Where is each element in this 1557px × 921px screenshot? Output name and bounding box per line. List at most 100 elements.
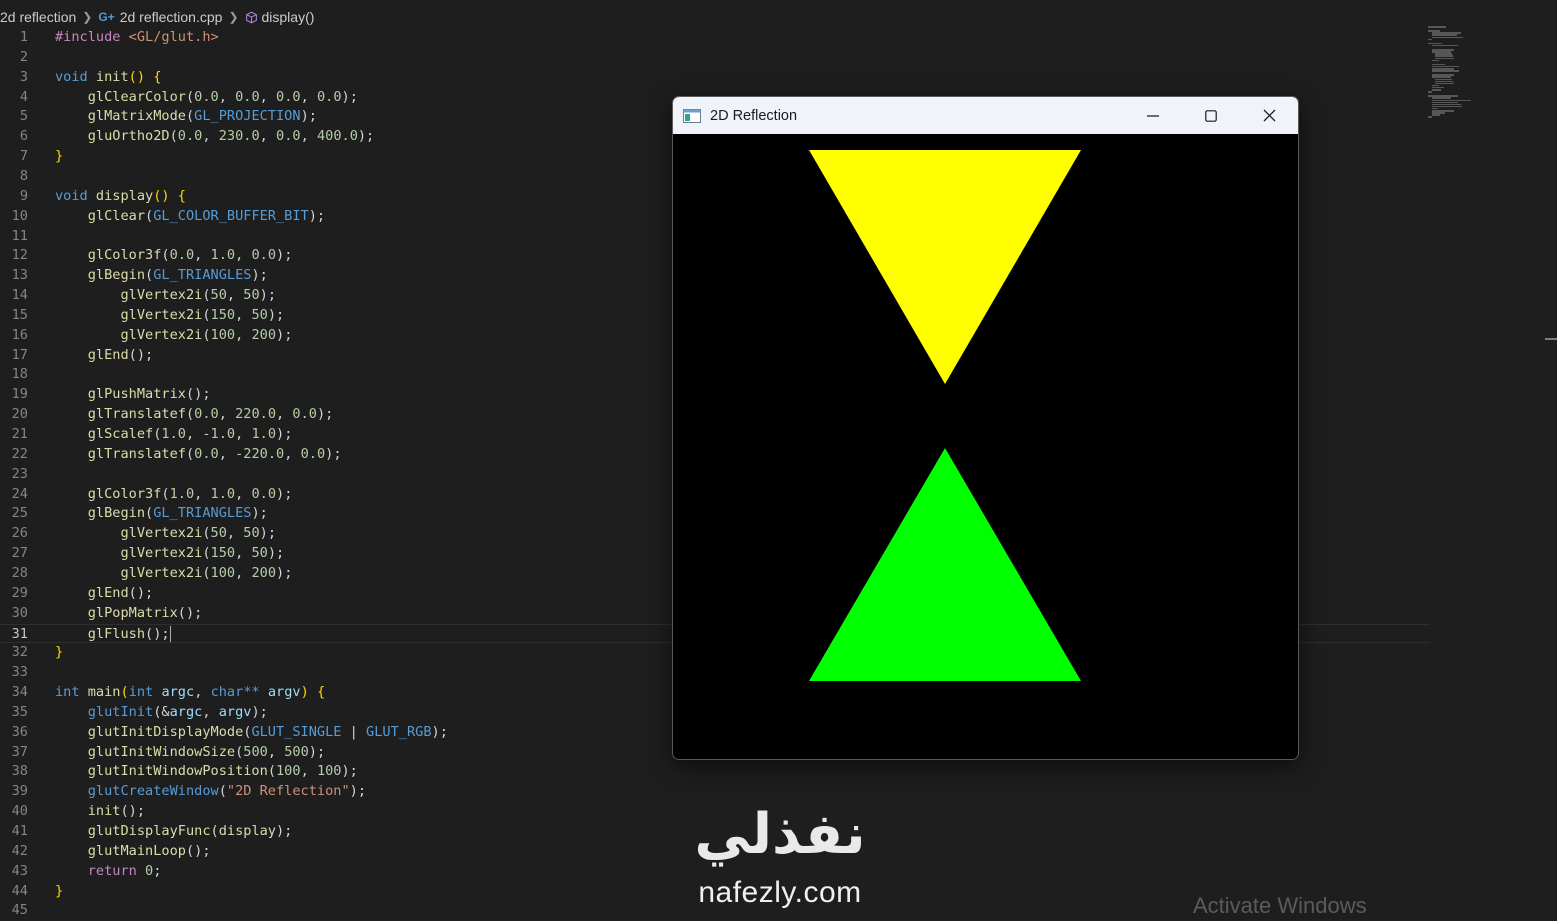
line-number: 19 [11,386,28,403]
code-text: glEnd(); [55,584,153,604]
code-text: gluOrtho2D(0.0, 230.0, 0.0, 400.0); [55,127,375,147]
code-text: glFlush(); [55,625,171,645]
breadcrumb-file-label: 2d reflection.cpp [119,9,223,25]
code-token: ); [341,88,358,105]
code-line[interactable]: 38 glutInitWindowPosition(100, 100); [0,762,1430,782]
minimap-line [1431,89,1441,91]
code-token: ( [161,485,170,502]
code-token: , [235,247,252,264]
line-number: 12 [11,247,28,264]
code-token: ( [210,823,219,839]
code-token: display [218,823,276,839]
code-token: 0.0 [194,88,219,105]
code-text: glutInitWindowSize(500, 500); [55,743,325,763]
line-number: 2 [19,48,28,65]
code-token: ); [251,505,268,522]
code-token: ( [202,564,211,581]
code-token: ( [185,88,195,105]
code-token: (); [128,346,154,363]
code-token: (& [153,703,170,720]
code-token: init [95,68,129,85]
code-token: 0.0 [251,485,277,502]
code-line[interactable]: 1 #include <GL/glut.h> [0,28,1430,48]
window-app-icon [683,108,701,123]
code-text: glClearColor(0.0, 0.0, 0.0, 0.0); [55,88,358,108]
breadcrumb-symbol[interactable]: display() [245,9,314,25]
line-number: 17 [11,346,28,363]
code-token: -1.0 [202,426,236,442]
scrollbar-position-marker[interactable] [1545,338,1557,340]
line-number: 44 [11,882,28,899]
code-token: 0.0 [235,88,260,105]
minimize-button[interactable] [1124,97,1182,134]
code-token: 50 [210,525,227,542]
code-token: (); [185,386,211,403]
code-token: int [55,684,88,701]
line-number: 16 [11,326,28,343]
code-token: 150 [210,545,236,562]
code-token: 50 [210,287,227,304]
minimap[interactable] [1428,26,1500,126]
code-token: glBegin [87,505,146,522]
code-token: ( [120,684,129,701]
code-token: , [276,406,293,423]
code-token: ); [276,564,293,581]
code-line[interactable]: 2 [0,48,1430,68]
line-number: 39 [11,783,28,800]
code-text: init(); [55,802,145,822]
code-token: , [235,545,252,562]
code-token: 100 [276,763,301,780]
code-token: , [235,564,252,581]
code-text: glPushMatrix(); [55,385,211,405]
code-token: ); [259,287,277,304]
code-token: , [259,88,277,105]
code-token: , [235,306,252,323]
code-token: <GL/glut.h> [128,29,219,45]
code-token: glColor3f [87,247,162,264]
maximize-button[interactable] [1182,97,1240,134]
code-token: , [194,684,211,701]
code-token: argv [218,703,252,720]
code-token: glutMainLoop [87,842,186,859]
code-token: ** [243,684,268,701]
breadcrumb-file[interactable]: G+ 2d reflection.cpp [98,9,222,25]
code-token: ); [316,406,334,423]
code-token: glVertex2i [120,545,203,562]
code-token: glClear [87,207,146,224]
code-token: 0.0 [169,247,195,264]
minimap-line [1428,26,1446,28]
breadcrumb-folder[interactable]: 2d reflection [0,9,76,25]
code-text: void display() { [55,187,186,207]
gl-window-titlebar[interactable]: 2D Reflection [673,97,1298,134]
code-text: glColor3f(1.0, 1.0, 0.0); [55,485,293,505]
code-token: 0.0 [251,247,277,264]
line-number: 38 [11,763,28,780]
code-token: , [185,426,203,442]
gl-output-window[interactable]: 2D Reflection [672,96,1299,760]
code-token: ); [325,445,342,462]
code-line[interactable]: 3 void init() { [0,68,1430,88]
close-button[interactable] [1240,97,1298,134]
code-text: glutMainLoop(); [55,842,211,862]
code-token: "2D Reflection" [226,783,350,800]
code-token: glVertex2i [120,525,203,542]
code-token: init [87,803,121,820]
code-token: , [235,426,252,442]
line-number: 40 [11,803,28,820]
code-token: char [210,684,244,701]
line-number: 31 [11,625,28,642]
code-token: 0 [145,862,154,879]
code-text: glTranslatef(0.0, -220.0, 0.0); [55,445,342,465]
